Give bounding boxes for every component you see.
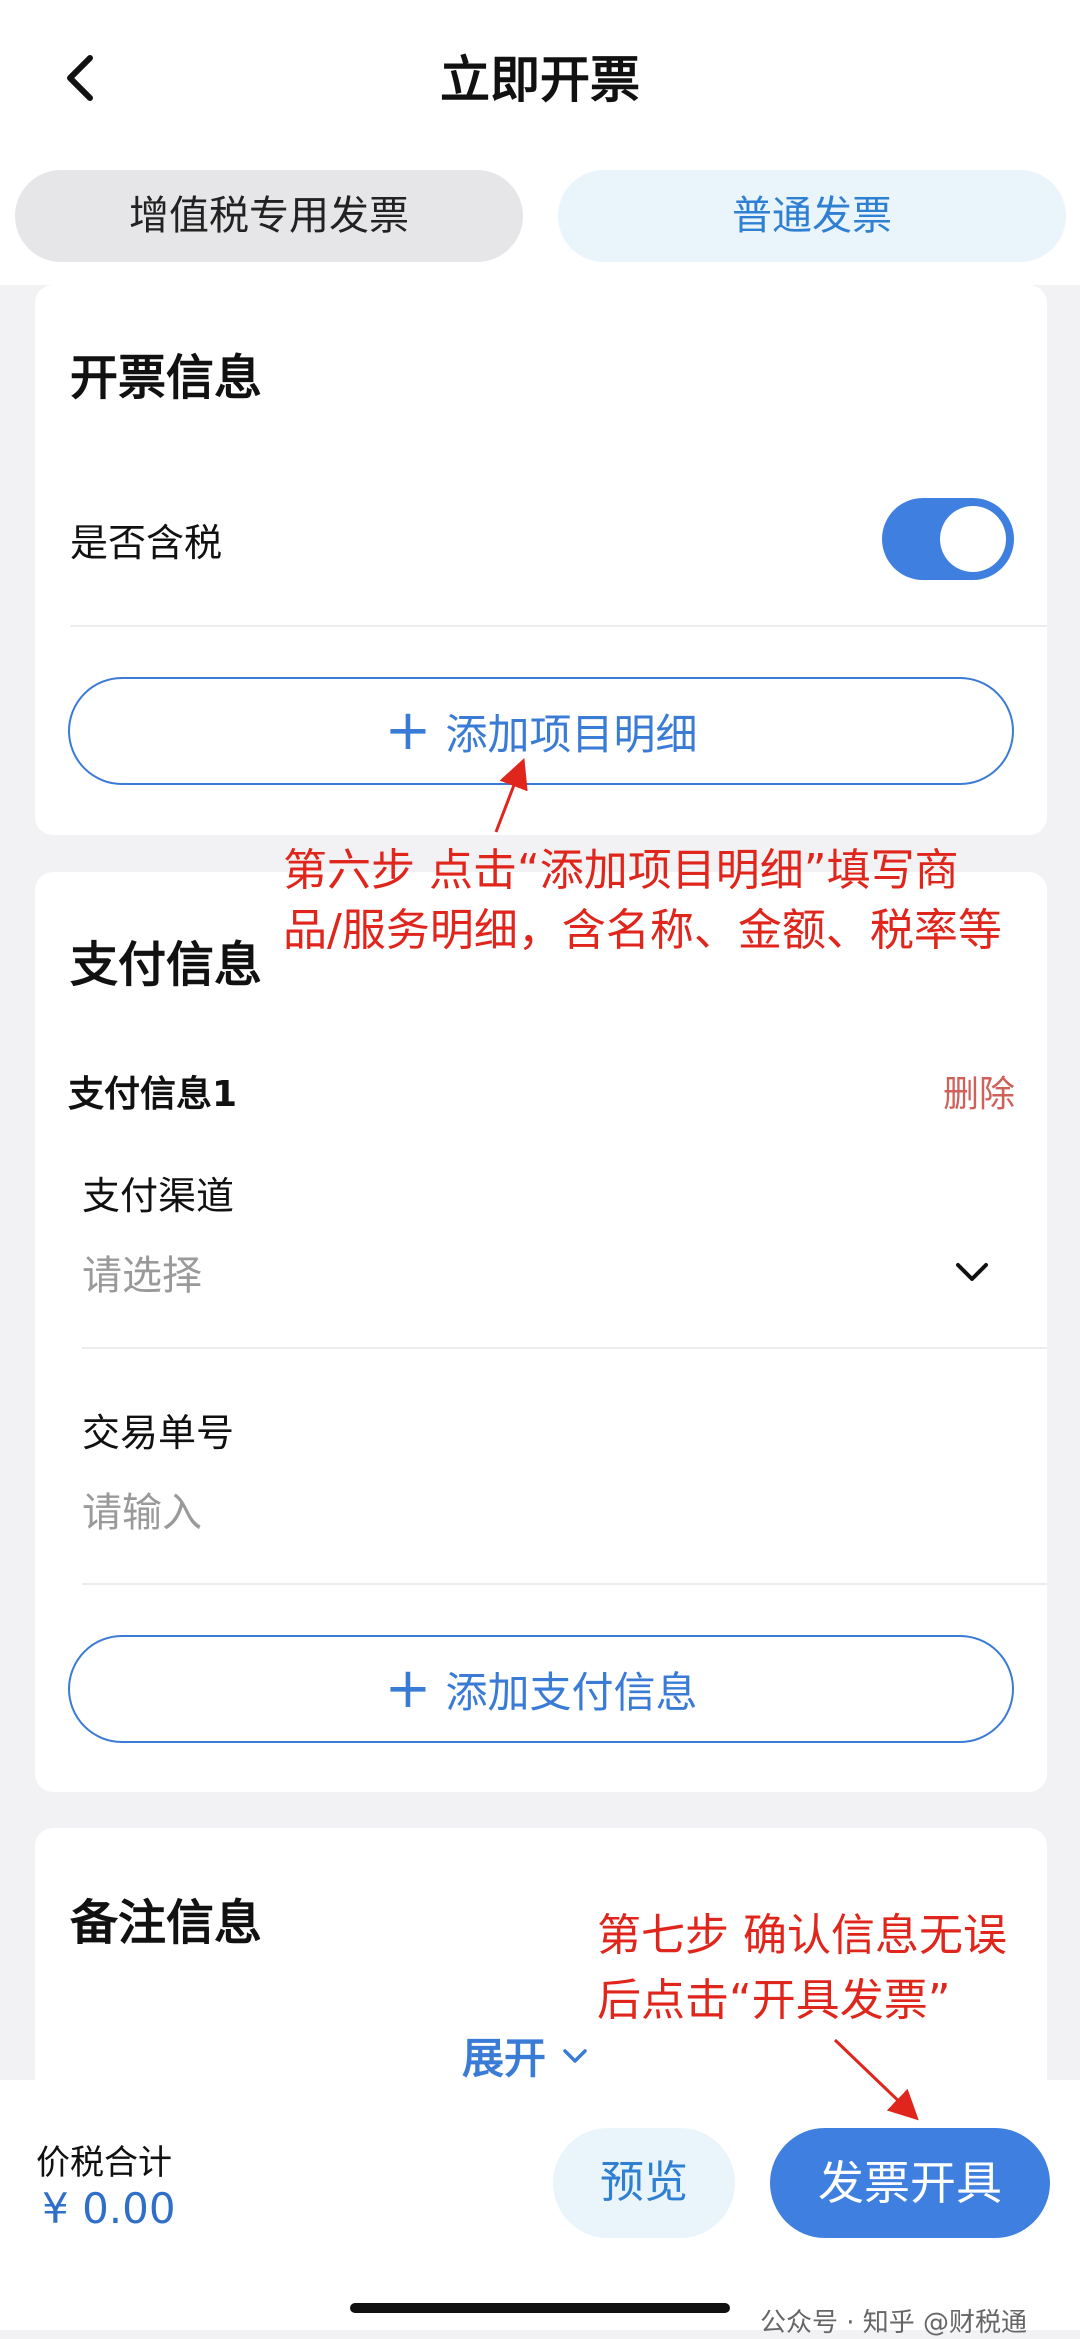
add-item-detail-label: 添加项目明细 (445, 709, 698, 759)
payment-entry-title: 支付信息1 (68, 1074, 238, 1115)
payment-channel-select[interactable]: 请选择 (82, 1243, 202, 1301)
remarks-title: 备注信息 (70, 1895, 263, 1951)
add-payment-info-label: 添加支付信息 (445, 1667, 698, 1717)
annotation-step6-line2: 品/服务明细，含名称、金额、税率等 (283, 905, 1002, 956)
annotation-step7-line1: 第七步 确认信息无误 (597, 1910, 1007, 1961)
plus-icon: + (384, 698, 432, 763)
invoice-info-title: 开票信息 (70, 350, 263, 406)
issue-invoice-button[interactable]: 发票开具 (770, 2128, 1050, 2238)
expand-label: 展开 (462, 2034, 547, 2083)
plus-icon: + (384, 1656, 432, 1721)
annotation-step7-line2: 后点击“开具发票” (597, 1975, 951, 2026)
transaction-number-label: 交易单号 (82, 1411, 235, 1455)
home-indicator (350, 2303, 730, 2313)
divider (82, 1347, 1047, 1349)
preview-button[interactable]: 预览 (553, 2128, 735, 2238)
tab-vat-special-invoice[interactable]: 增值税专用发票 (15, 170, 523, 262)
add-payment-info-button[interactable]: + 添加支付信息 (68, 1635, 1014, 1743)
add-item-detail-button[interactable]: + 添加项目明细 (68, 677, 1014, 785)
divider (70, 625, 1047, 627)
payment-channel-label: 支付渠道 (82, 1174, 235, 1218)
divider (82, 1583, 1047, 1585)
payment-info-title: 支付信息 (70, 937, 263, 993)
expand-button[interactable]: 展开 (462, 2025, 590, 2086)
tax-included-label: 是否含税 (70, 521, 223, 565)
tax-included-toggle[interactable] (882, 498, 1014, 580)
delete-payment-button[interactable]: 删除 (943, 1065, 1015, 1117)
annotation-step6-line1: 第六步 点击“添加项目明细”填写商 (283, 845, 959, 896)
toggle-knob (940, 506, 1006, 572)
chevron-down-icon[interactable] (952, 1252, 992, 1292)
page-title: 立即开票 (440, 51, 640, 109)
total-value: ¥ 0.00 (42, 2184, 176, 2233)
watermark: 公众号 · 知乎 @财税通 (760, 2308, 1028, 2338)
chevron-down-icon (563, 2048, 587, 2063)
transaction-number-input[interactable]: 请输入 (82, 1480, 202, 1538)
total-label: 价税合计 (36, 2143, 172, 2183)
tab-normal-invoice[interactable]: 普通发票 (558, 170, 1066, 262)
